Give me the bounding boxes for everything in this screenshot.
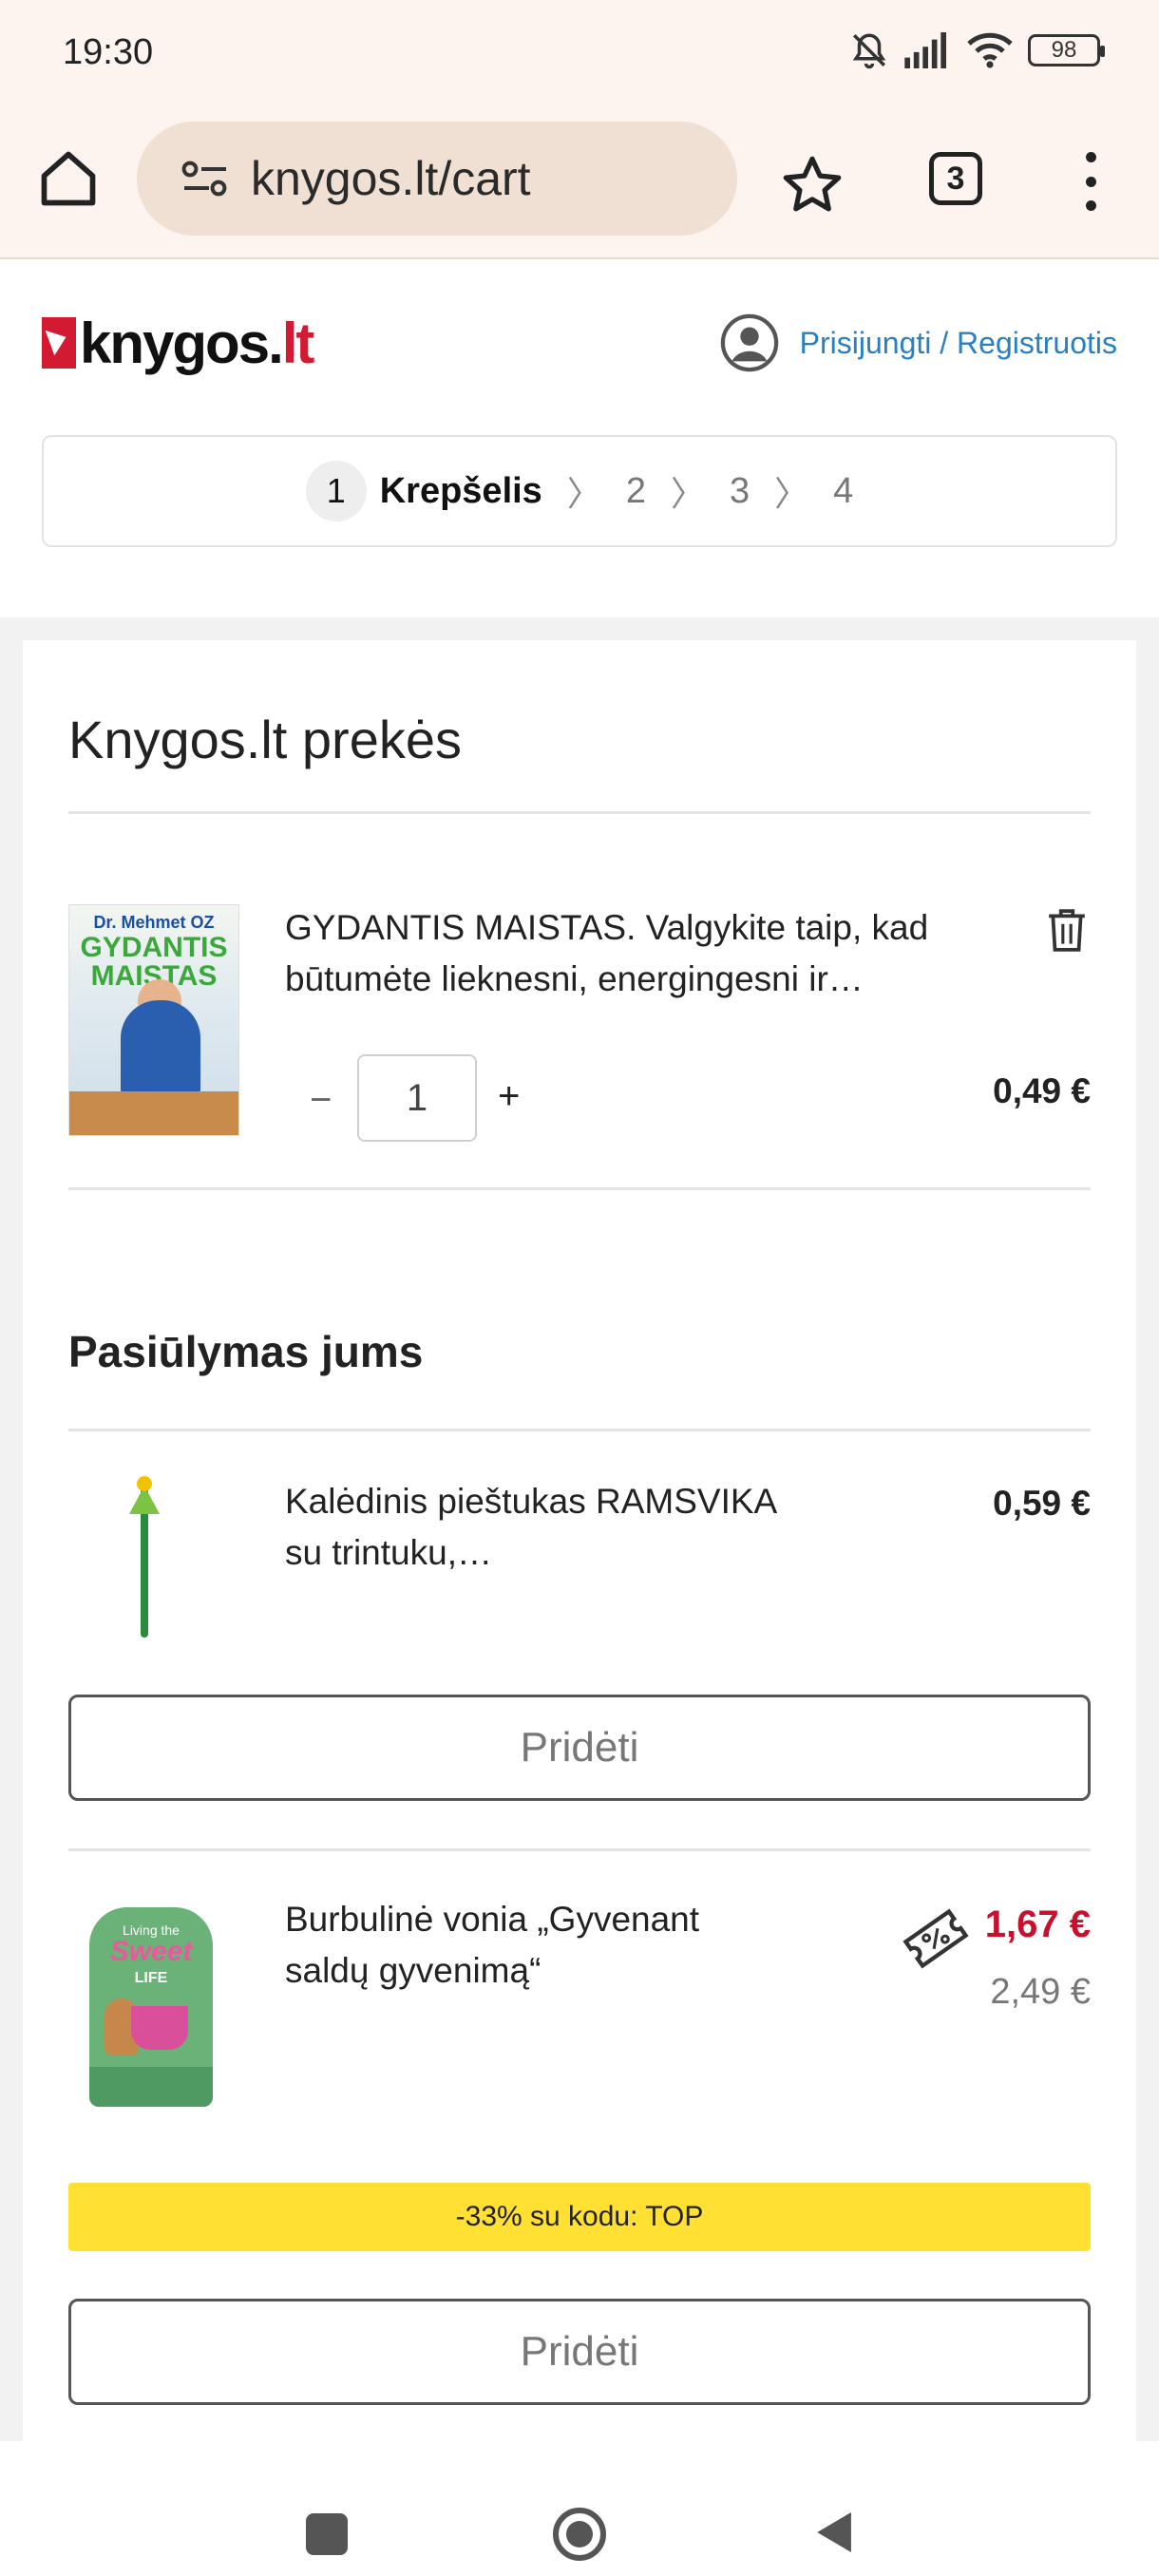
divider xyxy=(68,1187,1091,1190)
divider xyxy=(68,811,1091,814)
url-bar[interactable]: knygos.lt/cart xyxy=(137,122,737,236)
signal-icon xyxy=(904,32,946,68)
suggestion-price: 0,59 € xyxy=(993,1484,1091,1523)
bubble-bath-image[interactable]: Living the Sweet LIFE xyxy=(89,1907,213,2107)
chevron-right-icon: 〉 xyxy=(774,474,809,513)
cart-section-title: Knygos.lt prekės xyxy=(68,710,462,769)
promo-code-banner: -33% su kodu: TOP xyxy=(68,2183,1091,2251)
browser-chrome: 19:30 98 knygos.lt/cart 3 xyxy=(0,0,1159,259)
status-icons: 98 xyxy=(849,30,1105,70)
bell-muted-icon xyxy=(852,33,886,69)
menu-dot xyxy=(1085,152,1096,162)
quantity-increase-button[interactable]: + xyxy=(498,1075,520,1118)
checkout-steps: 1 Krepšelis 〉 2 〉 3 〉 4 xyxy=(42,435,1117,547)
battery-level: 98 xyxy=(1051,37,1077,63)
system-nav-bar xyxy=(0,2441,1159,2576)
menu-dot xyxy=(1085,200,1096,211)
discount-coupon-icon xyxy=(902,1908,969,1969)
step-current: 1 Krepšelis xyxy=(305,461,542,521)
recents-icon[interactable] xyxy=(306,2513,348,2555)
suggestion-old-price: 2,49 € xyxy=(990,1972,1091,2012)
step-2: 2 xyxy=(625,470,646,511)
status-time: 19:30 xyxy=(63,32,154,72)
site-settings-icon[interactable] xyxy=(180,158,230,199)
add-button[interactable]: Pridėti xyxy=(68,1695,1091,1801)
suggestions-title: Pasiūlymas jums xyxy=(68,1327,424,1376)
wifi-icon xyxy=(967,32,1013,68)
account-area[interactable]: Prisijungti / Registruotis xyxy=(720,313,1117,372)
book-cover-image[interactable]: Dr. Mehmet OZ GYDANTIS MAISTAS xyxy=(68,904,239,1136)
battery-icon: 98 xyxy=(1028,34,1105,66)
cart-item-title[interactable]: GYDANTIS MAISTAS. Valgykite taip, kad bū… xyxy=(285,902,1007,1005)
step-label: Krepšelis xyxy=(379,470,542,511)
suggestion-title[interactable]: Kalėdinis pieštukas RAMSVIKA su trintuku… xyxy=(285,1476,817,1579)
suggestion-title[interactable]: Burbulinė vonia „Gyvenant saldų gyvenimą… xyxy=(285,1894,779,1997)
site-logo[interactable]: knygos.lt xyxy=(42,310,314,376)
step-3: 3 xyxy=(729,470,750,511)
step-4: 4 xyxy=(833,470,854,511)
url-text[interactable]: knygos.lt/cart xyxy=(251,151,531,206)
bookmark-star-icon[interactable] xyxy=(779,152,846,218)
home-circle-icon[interactable] xyxy=(551,2506,608,2563)
quantity-input[interactable]: 1 xyxy=(357,1054,477,1142)
menu-dot xyxy=(1085,176,1096,187)
user-account-icon[interactable] xyxy=(720,313,779,372)
quantity-decrease-button[interactable]: − xyxy=(310,1079,332,1122)
cart-item-price: 0,49 € xyxy=(993,1071,1091,1110)
home-icon[interactable] xyxy=(36,146,101,211)
logo-text: knygos.lt xyxy=(80,311,314,375)
browser-menu-button[interactable] xyxy=(1072,152,1110,211)
logo-bookmark-icon xyxy=(42,317,76,369)
step-number: 1 xyxy=(305,461,367,521)
tab-count: 3 xyxy=(946,160,965,197)
cart-card: Knygos.lt prekės Dr. Mehmet OZ GYDANTIS … xyxy=(23,640,1136,2445)
tab-switcher-button[interactable]: 3 xyxy=(929,152,982,205)
login-register-link[interactable]: Prisijungti / Registruotis xyxy=(800,326,1117,361)
chevron-right-icon: 〉 xyxy=(566,474,601,513)
chevron-right-icon: 〉 xyxy=(670,474,705,513)
add-button[interactable]: Pridėti xyxy=(68,2299,1091,2405)
divider xyxy=(68,1848,1091,1851)
trash-icon[interactable] xyxy=(1047,908,1087,952)
suggestion-sale-price: 1,67 € xyxy=(984,1904,1091,1945)
back-triangle-icon[interactable] xyxy=(813,2508,853,2557)
divider xyxy=(68,1429,1091,1431)
